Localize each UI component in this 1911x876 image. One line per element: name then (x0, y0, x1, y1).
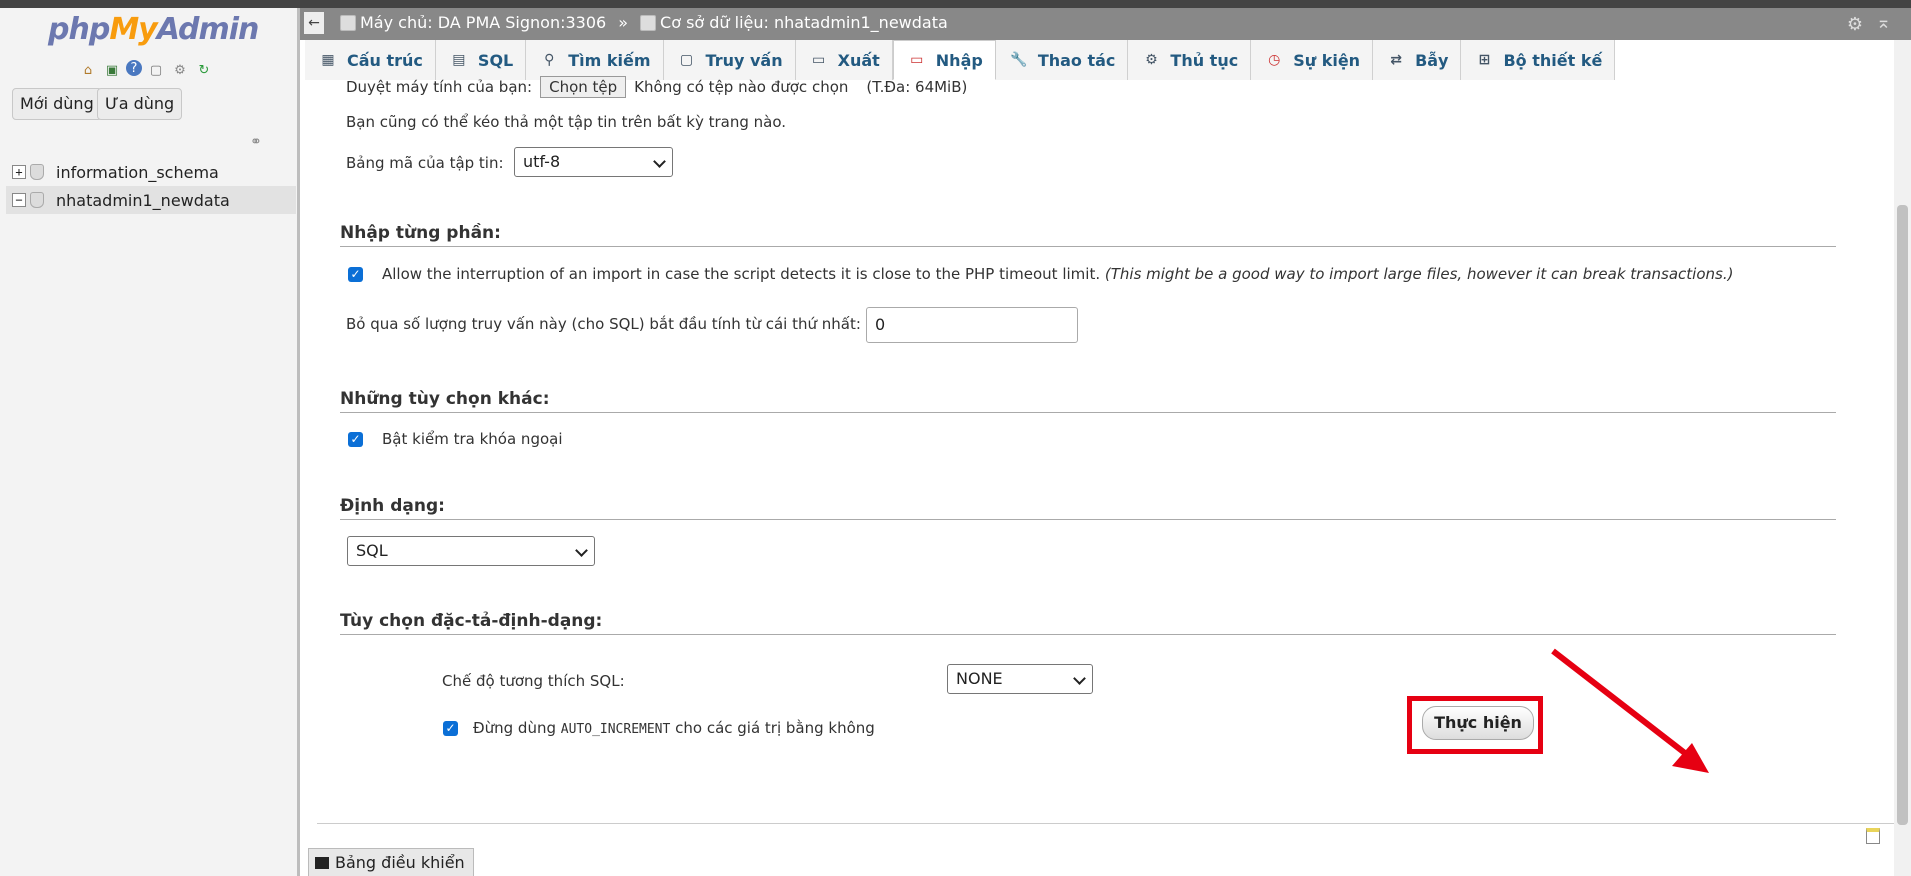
trigger-icon: ⇄ (1390, 52, 1402, 68)
tab-query[interactable]: ▢ Truy vấn (664, 40, 796, 80)
help-icon[interactable]: ? (126, 60, 142, 76)
chevron-down-icon (653, 155, 666, 168)
breadcrumb-server[interactable]: Máy chủ: DA PMA Signon:3306 (360, 13, 606, 32)
tab-routines[interactable]: ⚙ Thủ tục (1128, 40, 1252, 80)
designer-icon: ⊞ (1478, 52, 1491, 68)
tab-search[interactable]: ⚲ Tìm kiếm (526, 40, 664, 80)
breadcrumb-bar: ← Máy chủ: DA PMA Signon:3306 » Cơ sở dữ… (300, 8, 1911, 40)
scrollbar-thumb[interactable] (1897, 205, 1908, 825)
tab-structure[interactable]: ▦ Cấu trúc (305, 40, 436, 80)
link-with-main-panel-icon[interactable]: ⚭ (250, 134, 270, 150)
breadcrumb: Máy chủ: DA PMA Signon:3306 » Cơ sở dữ l… (340, 13, 948, 32)
database-name[interactable]: information_schema (56, 163, 219, 182)
query-icon: ▢ (679, 52, 694, 68)
skip-queries-input[interactable]: 0 (866, 307, 1078, 343)
divider (340, 246, 1836, 247)
quick-links: ⌂ ▣ ? ▢ ⚙ ↻ (78, 60, 214, 80)
drag-drop-hint: Bạn cũng có thể kéo thả một tập tin trên… (346, 113, 787, 131)
favorites-button[interactable]: Ưa dùng (97, 88, 183, 120)
tree-item-nhatadmin1-newdata[interactable]: − nhatadmin1_newdata (6, 186, 296, 214)
allow-interrupt-note: (This might be a good way to import larg… (1104, 265, 1734, 283)
divider (340, 519, 1836, 520)
browse-label: Duyệt máy tính của bạn: (346, 78, 533, 96)
choose-file-button[interactable]: Chọn tệp (540, 76, 627, 98)
format-title: Định dạng: (340, 496, 445, 516)
charset-label: Bảng mã của tập tin: (346, 154, 504, 172)
database-icon (640, 14, 657, 31)
no-auto-increment-checkbox[interactable]: ✓ (443, 721, 458, 736)
sql-compat-select[interactable]: NONE (947, 664, 1093, 694)
breadcrumb-separator: » (618, 13, 629, 32)
tab-export[interactable]: ▭ Xuất (796, 40, 893, 80)
no-auto-increment-label: Đừng dùng AUTO_INCREMENT cho các giá trị… (473, 719, 875, 737)
breadcrumb-database[interactable]: Cơ sở dữ liệu: nhatadmin1_newdata (660, 13, 948, 32)
settings-gear-icon[interactable]: ⚙ (170, 60, 190, 80)
vertical-scrollbar[interactable] (1894, 40, 1911, 876)
allow-interrupt-label: Allow the interruption of an import in c… (382, 265, 1734, 283)
foreign-key-checks-checkbox[interactable]: ✓ (348, 432, 363, 447)
sql-icon: ▤ (452, 52, 466, 68)
server-icon (340, 14, 356, 31)
routines-icon: ⚙ (1145, 52, 1158, 68)
collapse-top-icon[interactable]: ⌅ (1876, 12, 1891, 33)
tab-triggers[interactable]: ⇄ Bẫy (1373, 40, 1462, 80)
import-icon: ▭ (910, 52, 924, 68)
page-settings-icon[interactable]: ⚙ (1847, 14, 1863, 35)
docs-icon[interactable]: ▢ (146, 60, 166, 80)
console-icon (315, 856, 329, 869)
divider (340, 634, 1836, 635)
navigation-panel: phpMyAdmin ⌂ ▣ ? ▢ ⚙ ↻ Mới dùng Ưa dùng … (0, 8, 300, 876)
database-name[interactable]: nhatadmin1_newdata (56, 191, 230, 210)
chevron-down-icon (575, 544, 588, 557)
window-top-strip (0, 0, 1911, 8)
phpmyadmin-logo[interactable]: phpMyAdmin (48, 12, 259, 47)
tab-designer[interactable]: ⊞ Bộ thiết kế (1461, 40, 1616, 80)
go-button[interactable]: Thực hiện (1422, 706, 1534, 740)
page-corner-icon[interactable] (1866, 828, 1880, 844)
database-icon (30, 192, 44, 208)
divider (340, 412, 1836, 413)
tree-item-information-schema[interactable]: + information_schema (6, 158, 296, 186)
collapse-icon[interactable]: − (12, 193, 26, 207)
other-options-title: Những tùy chọn khác: (340, 389, 550, 409)
tab-events[interactable]: ◷ Sự kiện (1251, 40, 1374, 80)
import-form: Duyệt máy tính của bạn: Chọn tệp Không c… (300, 76, 1894, 876)
tab-operations[interactable]: 🔧 Thao tác (996, 40, 1129, 80)
allow-interrupt-checkbox[interactable]: ✓ (348, 267, 363, 282)
expand-icon[interactable]: + (12, 165, 26, 179)
sql-compat-label: Chế độ tương thích SQL: (442, 672, 625, 690)
logout-icon[interactable]: ▣ (102, 60, 122, 80)
tab-import[interactable]: ▭ Nhập (892, 40, 996, 80)
skip-queries-label: Bỏ qua số lượng truy vấn này (cho SQL) b… (346, 315, 861, 333)
home-icon[interactable]: ⌂ (78, 60, 98, 80)
recent-button[interactable]: Mới dùng (12, 88, 102, 120)
foreign-key-checks-label: Bật kiểm tra khóa ngoại (382, 430, 563, 448)
collapse-nav-icon[interactable]: ← (304, 12, 324, 34)
search-icon: ⚲ (544, 52, 555, 68)
format-specific-options-title: Tùy chọn đặc-tả-định-dạng: (340, 611, 603, 631)
charset-select[interactable]: utf-8 (514, 147, 673, 177)
database-icon (30, 164, 44, 180)
reload-icon[interactable]: ↻ (194, 60, 214, 80)
format-select[interactable]: SQL (347, 536, 595, 566)
partial-import-title: Nhập từng phần: (340, 223, 501, 243)
database-tree: + information_schema − nhatadmin1_newdat… (6, 158, 296, 214)
no-file-text: Không có tệp nào được chọn (634, 78, 849, 96)
chevron-down-icon (1073, 672, 1086, 685)
structure-icon: ▦ (321, 52, 335, 68)
wrench-icon: 🔧 (1010, 52, 1028, 68)
main-tabs: ▦ Cấu trúc ▤ SQL ⚲ Tìm kiếm ▢ Truy vấn ▭ Xuất… (305, 40, 1616, 81)
tab-sql[interactable]: ▤ SQL (436, 40, 527, 80)
divider (317, 823, 1894, 824)
export-icon: ▭ (811, 52, 826, 68)
clock-icon: ◷ (1268, 52, 1281, 68)
file-upload-row: Duyệt máy tính của bạn: Chọn tệp Không c… (346, 76, 967, 98)
console-tab[interactable]: Bảng điều khiển (308, 848, 474, 876)
max-size-text: (T.Đa: 64MiB) (866, 78, 968, 96)
